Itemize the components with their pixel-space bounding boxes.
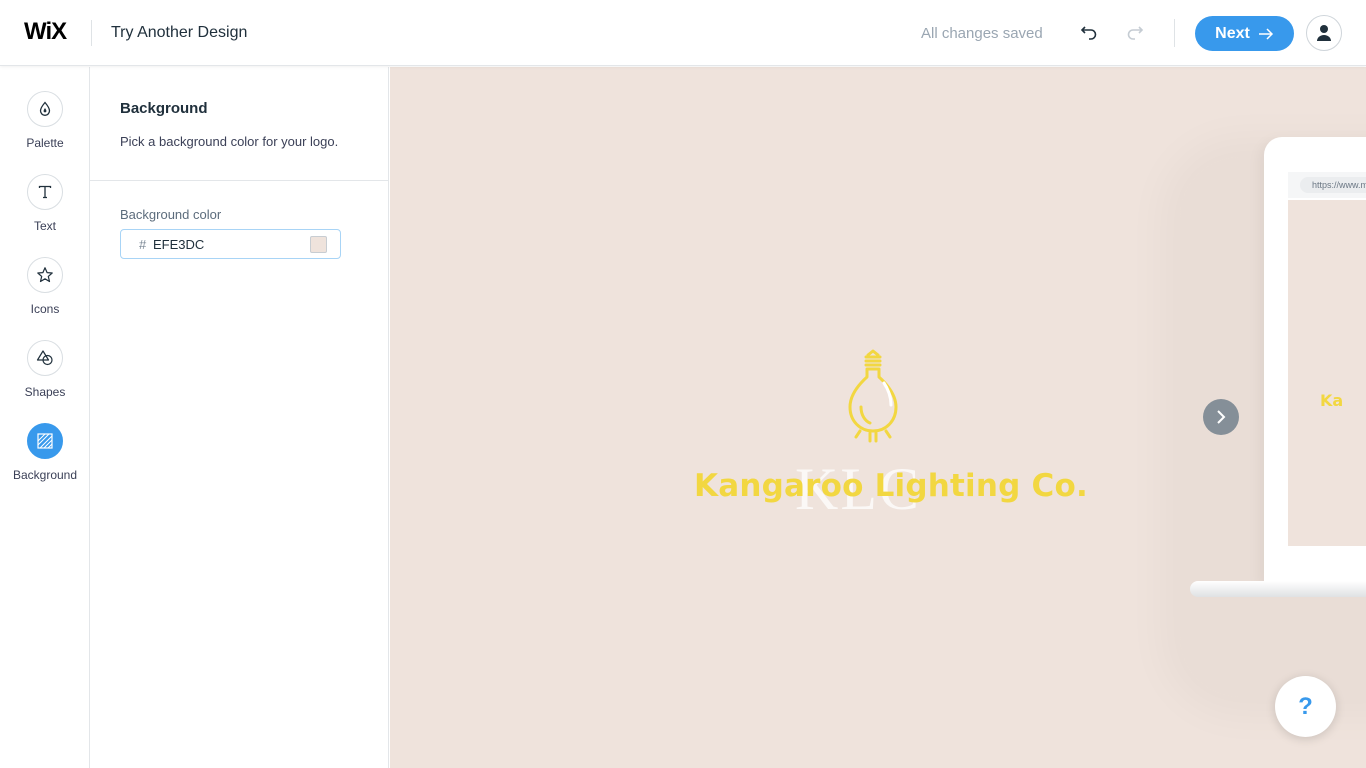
user-avatar-button[interactable] [1306, 15, 1342, 51]
background-hatch-icon [37, 433, 53, 449]
page-title: Try Another Design [111, 24, 248, 41]
next-button[interactable]: Next [1195, 16, 1294, 51]
tool-rail: Palette Text Icons Shapes Background [0, 67, 90, 768]
top-bar: WiX Try Another Design All changes saved… [0, 0, 1366, 66]
panel-title: Background [120, 100, 208, 117]
lightbulb-icon [848, 349, 898, 443]
tool-text[interactable]: Text [0, 174, 90, 244]
tool-shapes[interactable]: Shapes [0, 340, 90, 410]
palette-drop-icon [39, 101, 51, 116]
tool-palette[interactable]: Palette [0, 91, 90, 161]
mock-url-bar: https://www.m [1288, 172, 1366, 198]
background-color-field[interactable]: # [120, 229, 341, 259]
background-color-input[interactable] [153, 235, 293, 253]
divider [90, 180, 389, 181]
arrow-right-icon [1258, 27, 1273, 40]
logo-brand-name: Kangaroo Lighting Co. [694, 468, 1088, 504]
tool-background[interactable]: Background [0, 423, 90, 493]
undo-icon[interactable] [1078, 22, 1100, 44]
mock-brand-text: Ka [1320, 391, 1344, 410]
background-color-label: Background color [120, 207, 222, 222]
next-button-label: Next [1215, 24, 1250, 42]
tool-label: Background [12, 468, 78, 482]
tool-label: Icons [30, 302, 60, 316]
divider [91, 20, 92, 46]
settings-panel: Background Pick a background color for y… [90, 67, 389, 768]
hash-symbol: # [139, 237, 147, 252]
tool-label: Text [33, 219, 56, 233]
text-t-icon [38, 185, 52, 199]
star-icon [37, 267, 53, 283]
tool-label: Shapes [24, 385, 66, 399]
device-mockup: https://www.m Ka [1264, 137, 1366, 583]
redo-icon[interactable] [1124, 22, 1146, 44]
mock-url: https://www.m [1300, 177, 1366, 193]
divider [1174, 19, 1175, 47]
next-slide-button[interactable] [1203, 399, 1239, 435]
logo-canvas: https://www.m Ka KLC Kangaroo Lighting C… [390, 67, 1366, 768]
color-swatch[interactable] [310, 236, 327, 253]
shapes-icon [36, 350, 53, 366]
tool-label: Palette [26, 136, 64, 150]
chevron-right-icon [1217, 410, 1226, 424]
user-icon [1317, 25, 1331, 41]
panel-description: Pick a background color for your logo. [120, 134, 339, 149]
wix-logo[interactable]: WiX [24, 18, 67, 46]
mock-screen [1288, 200, 1366, 546]
mockup-base [1190, 581, 1366, 597]
tool-icons[interactable]: Icons [0, 257, 90, 327]
help-button[interactable]: ? [1275, 676, 1336, 737]
save-status: All changes saved [921, 25, 1043, 42]
